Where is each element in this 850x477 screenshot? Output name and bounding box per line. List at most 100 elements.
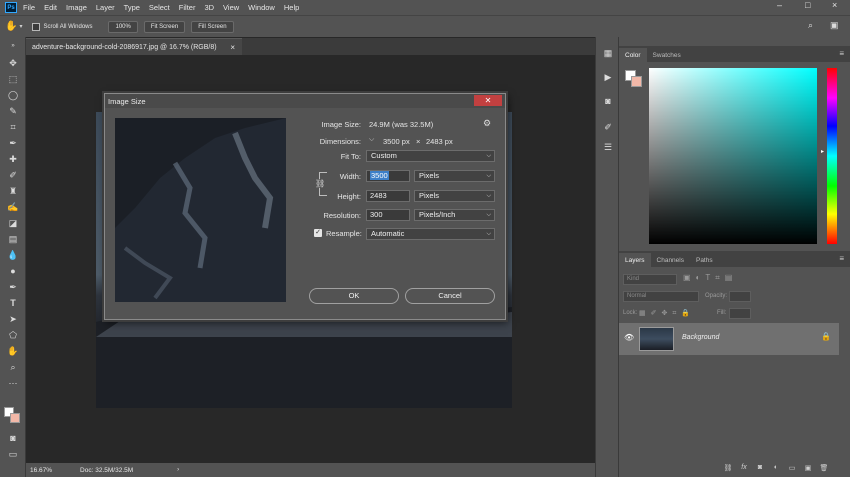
tab-paths[interactable]: Paths: [690, 253, 719, 267]
path-selection-tool-icon[interactable]: ➤: [6, 313, 20, 326]
cancel-button[interactable]: Cancel: [405, 288, 495, 304]
lasso-tool-icon[interactable]: ◯: [6, 89, 20, 102]
dimensions-unit-chevron-icon[interactable]: ⌵: [369, 136, 374, 144]
lock-icons[interactable]: ▦✐✥⌗🔒: [639, 309, 695, 318]
collapse-arrows-icon[interactable]: »: [6, 40, 20, 53]
screen-mode-icon[interactable]: ▭: [6, 448, 20, 461]
search-icon[interactable]: ⌕: [808, 20, 813, 31]
workspace-icon[interactable]: ▣: [830, 20, 839, 31]
new-layer-icon[interactable]: ▣: [803, 464, 813, 473]
link-layers-icon[interactable]: ⛓: [723, 464, 733, 473]
close-window-button[interactable]: ×: [832, 0, 837, 10]
layer-style-icon[interactable]: fx: [739, 464, 749, 473]
type-tool-icon[interactable]: T: [6, 297, 20, 310]
more-tools-icon[interactable]: ⋯: [6, 377, 20, 390]
eraser-tool-icon[interactable]: ◪: [6, 217, 20, 230]
background-color-chip[interactable]: [631, 76, 642, 87]
fit-screen-button[interactable]: Fit Screen: [143, 20, 186, 33]
settings-gear-icon[interactable]: ⚙: [483, 118, 491, 129]
history-panel-icon[interactable]: ▦: [601, 47, 615, 59]
clone-stamp-tool-icon[interactable]: ♜: [6, 185, 20, 198]
close-tab-icon[interactable]: ×: [230, 43, 235, 52]
ok-button[interactable]: OK: [309, 288, 399, 304]
width-input[interactable]: 3500: [366, 170, 410, 182]
resample-select[interactable]: Automatic ⌵: [366, 228, 495, 240]
quick-mask-icon[interactable]: ◙: [6, 432, 20, 445]
scroll-all-windows-checkbox[interactable]: [32, 22, 41, 31]
add-mask-icon[interactable]: ◙: [755, 464, 765, 473]
tab-layers[interactable]: Layers: [619, 253, 651, 267]
menu-type[interactable]: Type: [124, 3, 140, 12]
opacity-input[interactable]: [729, 291, 751, 302]
menu-view[interactable]: View: [223, 3, 239, 12]
healing-brush-tool-icon[interactable]: ✚: [6, 153, 20, 166]
image-preview[interactable]: [115, 118, 286, 302]
gradient-tool-icon[interactable]: ▤: [6, 233, 20, 246]
delete-layer-icon[interactable]: 🗑: [819, 464, 829, 473]
fill-input[interactable]: [729, 308, 751, 319]
height-unit-select[interactable]: Pixels ⌵: [414, 190, 495, 202]
panel-menu-icon[interactable]: ≡: [839, 49, 844, 58]
fill-screen-button[interactable]: Fill Screen: [191, 20, 234, 33]
menu-3d[interactable]: 3D: [204, 3, 214, 12]
document-tab[interactable]: adventure-background-cold-2086917.jpg @ …: [26, 38, 242, 55]
brushes-panel-icon[interactable]: ✐: [601, 121, 615, 133]
status-arrow-icon[interactable]: ›: [177, 467, 179, 473]
tab-color[interactable]: Color: [619, 48, 647, 62]
eyedropper-tool-icon[interactable]: ✒: [6, 137, 20, 150]
menu-image[interactable]: Image: [66, 3, 87, 12]
menu-layer[interactable]: Layer: [96, 3, 115, 12]
layer-filter-icons[interactable]: ▣◐T⌗▤: [683, 273, 737, 283]
menu-select[interactable]: Select: [149, 3, 170, 12]
hand-tool-icon[interactable]: ✋: [6, 345, 20, 358]
move-tool-icon[interactable]: ✥: [6, 57, 20, 70]
document-tab-title: adventure-background-cold-2086917.jpg @ …: [32, 43, 217, 51]
marquee-tool-icon[interactable]: ⬚: [6, 73, 20, 86]
actions-panel-icon[interactable]: ▶: [601, 71, 615, 83]
shape-tool-icon[interactable]: ⬠: [6, 329, 20, 342]
quick-select-tool-icon[interactable]: ✎: [6, 105, 20, 118]
layer-row-background[interactable]: 👁 Background 🔒: [619, 323, 839, 355]
menu-file[interactable]: File: [23, 3, 35, 12]
hue-slider-handle-icon[interactable]: ▸: [821, 148, 824, 155]
zoom-level[interactable]: 16.67%: [30, 467, 52, 474]
color-panel-tabs: Color Swatches ≡: [619, 46, 850, 62]
background-color-swatch[interactable]: [10, 413, 20, 423]
properties-panel-icon[interactable]: ◙: [601, 95, 615, 107]
blur-tool-icon[interactable]: 💧: [6, 249, 20, 262]
resolution-unit-select[interactable]: Pixels/Inch ⌵: [414, 209, 495, 221]
layer-filter-select[interactable]: Kind: [623, 274, 677, 285]
width-unit-select[interactable]: Pixels ⌵: [414, 170, 495, 182]
new-group-icon[interactable]: ▭: [787, 464, 797, 473]
fit-to-select[interactable]: Custom ⌵: [366, 150, 495, 162]
dialog-close-button[interactable]: ✕: [474, 95, 502, 106]
hue-slider[interactable]: [827, 68, 837, 244]
color-field[interactable]: [649, 68, 817, 244]
pen-tool-icon[interactable]: ✒: [6, 281, 20, 294]
blend-mode-select[interactable]: Normal: [623, 291, 699, 302]
height-input[interactable]: 2483: [366, 190, 410, 202]
resolution-input[interactable]: 300: [366, 209, 410, 221]
zoom-tool-icon[interactable]: ⌕: [6, 361, 20, 374]
history-brush-tool-icon[interactable]: ✍: [6, 201, 20, 214]
tab-channels[interactable]: Channels: [651, 253, 690, 267]
adjustments-panel-icon[interactable]: ☰: [601, 141, 615, 153]
tab-swatches[interactable]: Swatches: [647, 48, 687, 62]
menu-filter[interactable]: Filter: [179, 3, 196, 12]
dodge-tool-icon[interactable]: ●: [6, 265, 20, 278]
tool-preset-chevron-icon[interactable]: ▾: [19, 23, 22, 30]
adjustment-layer-icon[interactable]: ◐: [771, 464, 781, 473]
menu-edit[interactable]: Edit: [44, 3, 57, 12]
eye-visibility-icon[interactable]: 👁: [624, 333, 634, 342]
menu-help[interactable]: Help: [284, 3, 299, 12]
brush-tool-icon[interactable]: ✐: [6, 169, 20, 182]
layer-name[interactable]: Background: [682, 334, 719, 341]
crop-tool-icon[interactable]: ⌗: [6, 121, 20, 134]
minimize-button[interactable]: –: [777, 0, 782, 10]
maximize-button[interactable]: □: [805, 0, 810, 10]
resample-checkbox[interactable]: ✓: [314, 229, 322, 237]
zoom-100-button[interactable]: 100%: [108, 20, 138, 33]
menu-window[interactable]: Window: [248, 3, 275, 12]
panel-menu-icon[interactable]: ≡: [839, 254, 844, 263]
resolution-label: Resolution:: [323, 211, 361, 220]
